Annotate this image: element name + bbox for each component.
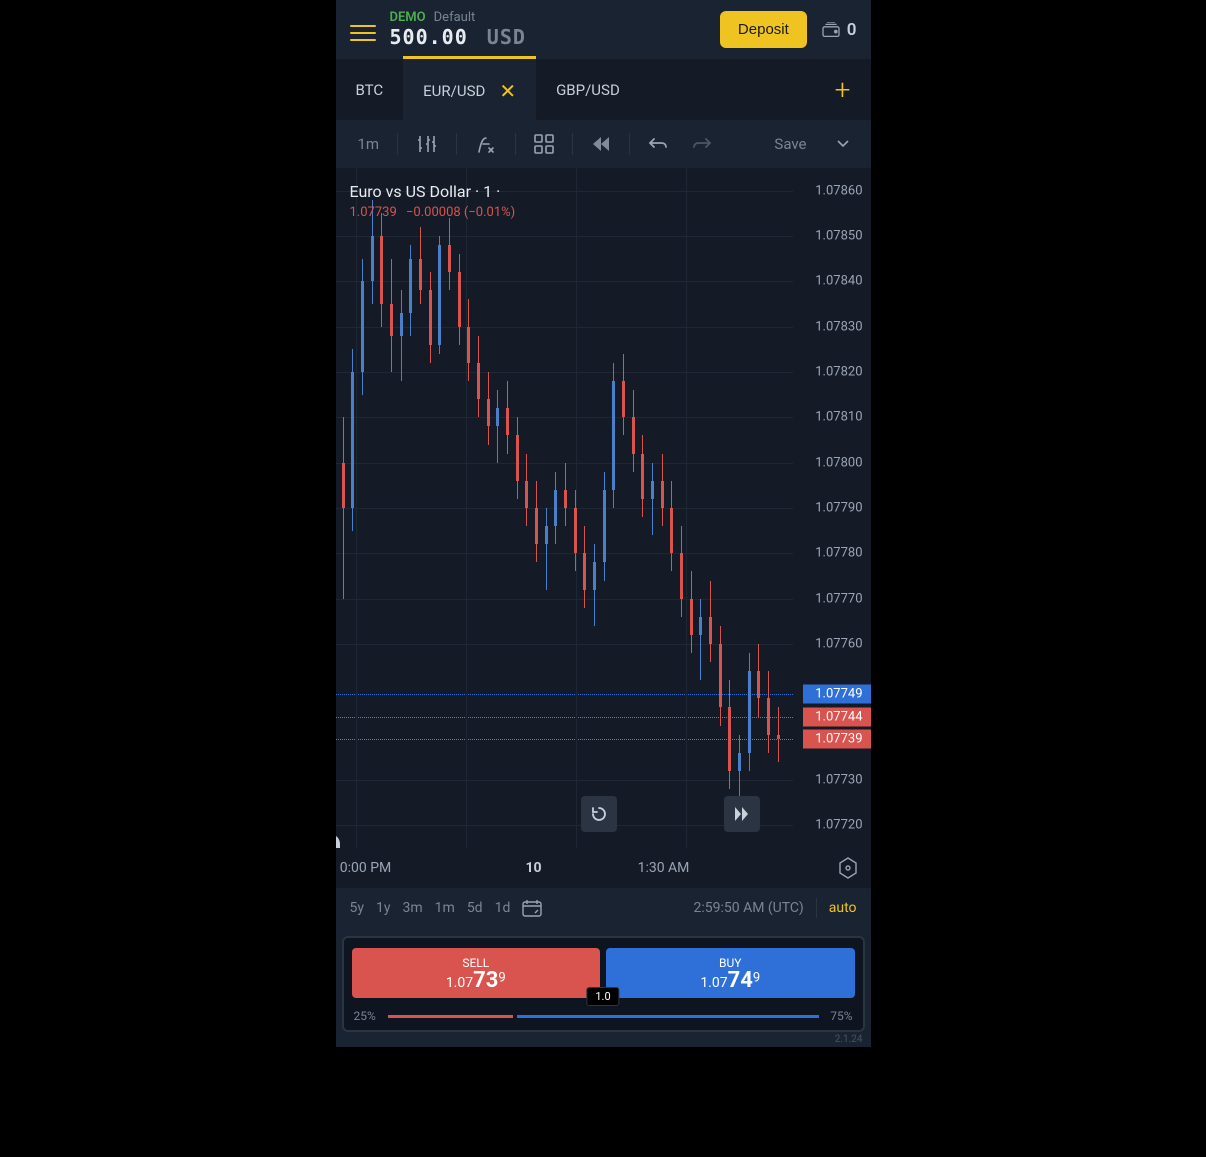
- chart-settings-button[interactable]: [837, 857, 859, 879]
- y-tick: 1.07720: [815, 818, 862, 833]
- undo-icon: [648, 137, 668, 151]
- fast-forward-icon: [734, 806, 750, 822]
- redo-icon: [692, 137, 712, 151]
- candlestick-series: [336, 168, 781, 848]
- chevron-down-icon: [837, 140, 849, 148]
- sell-button[interactable]: SELL 1.07739: [352, 948, 601, 998]
- sell-percent: 25%: [354, 1009, 376, 1023]
- sell-price: 1.07739: [352, 970, 601, 992]
- add-tab-button[interactable]: +: [815, 59, 871, 120]
- layout-button[interactable]: [524, 128, 564, 160]
- y-tick: 1.07770: [815, 591, 862, 606]
- indicators-button[interactable]: [465, 128, 507, 160]
- reset-icon: [590, 805, 608, 823]
- wallet-icon: [821, 22, 841, 38]
- range-1d[interactable]: 1d: [495, 900, 511, 916]
- price-marker: 1.07739: [803, 730, 871, 749]
- deposit-button[interactable]: Deposit: [720, 11, 807, 48]
- range-1y[interactable]: 1y: [376, 900, 391, 916]
- y-tick: 1.07790: [815, 501, 862, 516]
- x-axis[interactable]: 0:00 PM 10 1:30 AM: [336, 848, 871, 888]
- range-3m[interactable]: 3m: [403, 900, 423, 916]
- y-tick: 1.07860: [815, 183, 862, 198]
- tab-label: GBP/USD: [556, 81, 620, 99]
- buy-button[interactable]: BUY 1.07749: [606, 948, 855, 998]
- price-marker: 1.07749: [803, 684, 871, 703]
- redo-button[interactable]: [682, 128, 722, 160]
- range-row: 5y 1y 3m 1m 5d 1d 2:59:50 AM (UTC) auto: [336, 888, 871, 928]
- tab-eurusd[interactable]: EUR/USD ✕: [403, 56, 536, 120]
- rewind-icon: [591, 135, 611, 153]
- save-button[interactable]: Save: [764, 128, 816, 160]
- balance-value: 500.00: [390, 25, 468, 49]
- scroll-to-end-button[interactable]: [724, 796, 760, 832]
- y-tick: 1.07850: [815, 229, 862, 244]
- sentiment-bar: 25% 75%: [352, 1008, 855, 1024]
- y-tick: 1.07800: [815, 455, 862, 470]
- undo-button[interactable]: [638, 128, 678, 160]
- y-tick: 1.07760: [815, 637, 862, 652]
- positions-counter[interactable]: 0: [821, 20, 857, 40]
- x-tick: 10: [525, 860, 541, 876]
- y-tick: 1.07730: [815, 773, 862, 788]
- y-tick: 1.07820: [815, 365, 862, 380]
- gear-hex-icon: [837, 857, 859, 879]
- fx-icon: [475, 134, 497, 154]
- candle-type-button[interactable]: [406, 128, 448, 160]
- range-5d[interactable]: 5d: [467, 900, 483, 916]
- tab-gbpusd[interactable]: GBP/USD: [536, 59, 640, 120]
- reset-chart-button[interactable]: [581, 796, 617, 832]
- chart-price-change: 1.07739 −0.00008 (−0.01%): [350, 205, 522, 220]
- price-marker: 1.07744: [803, 707, 871, 726]
- auto-scale-button[interactable]: auto: [829, 900, 857, 916]
- header: DEMO Default 500.00 USD Deposit 0: [336, 0, 871, 59]
- tab-label: BTC: [356, 81, 384, 99]
- chart-title-block: Euro vs US Dollar · 1 · 1.07739 −0.00008…: [350, 182, 522, 220]
- app-root: DEMO Default 500.00 USD Deposit 0 BTC EU…: [336, 0, 871, 1047]
- instrument-tabs: BTC EUR/USD ✕ GBP/USD +: [336, 59, 871, 120]
- y-tick: 1.07780: [815, 546, 862, 561]
- trade-panel: SELL 1.07739 BUY 1.07749 1.0 25% 75%: [342, 936, 865, 1032]
- candlestick-icon: [416, 134, 438, 154]
- buy-price: 1.07749: [606, 970, 855, 992]
- y-axis[interactable]: 1.07860 1.07850 1.07840 1.07830 1.07820 1.078…: [793, 168, 871, 848]
- grid-icon: [534, 134, 554, 154]
- y-tick: 1.07840: [815, 274, 862, 289]
- chart-title: Euro vs US Dollar · 1 ·: [350, 182, 522, 201]
- y-tick: 1.07810: [815, 410, 862, 425]
- account-block[interactable]: DEMO Default 500.00 USD: [390, 10, 706, 49]
- rewind-button[interactable]: [581, 128, 621, 160]
- menu-icon[interactable]: [350, 20, 376, 40]
- chart-area[interactable]: Euro vs US Dollar · 1 · 1.07739 −0.00008…: [336, 168, 871, 888]
- x-tick: 0:00 PM: [340, 860, 392, 876]
- balance-currency: USD: [487, 25, 526, 49]
- tab-label: EUR/USD: [423, 82, 485, 100]
- range-5y[interactable]: 5y: [350, 900, 365, 916]
- close-icon[interactable]: ✕: [499, 81, 516, 101]
- wallet-count: 0: [847, 20, 857, 40]
- x-tick: 1:30 AM: [638, 860, 690, 876]
- chart-toolbar: 1m: [336, 120, 871, 168]
- y-tick: 1.07830: [815, 319, 862, 334]
- demo-label: DEMO: [390, 10, 426, 25]
- range-1m[interactable]: 1m: [435, 900, 455, 916]
- version-label: 2.1.24: [336, 1032, 871, 1047]
- buy-percent: 75%: [830, 1009, 852, 1023]
- lot-size-input[interactable]: 1.0: [586, 987, 619, 1006]
- clock-label[interactable]: 2:59:50 AM (UTC): [693, 900, 803, 916]
- date-range-button[interactable]: [522, 899, 542, 917]
- account-default-label: Default: [434, 10, 476, 25]
- interval-selector[interactable]: 1m: [348, 128, 390, 160]
- save-menu-button[interactable]: [827, 128, 859, 160]
- tab-btc[interactable]: BTC: [336, 59, 404, 120]
- calendar-icon: [522, 899, 542, 917]
